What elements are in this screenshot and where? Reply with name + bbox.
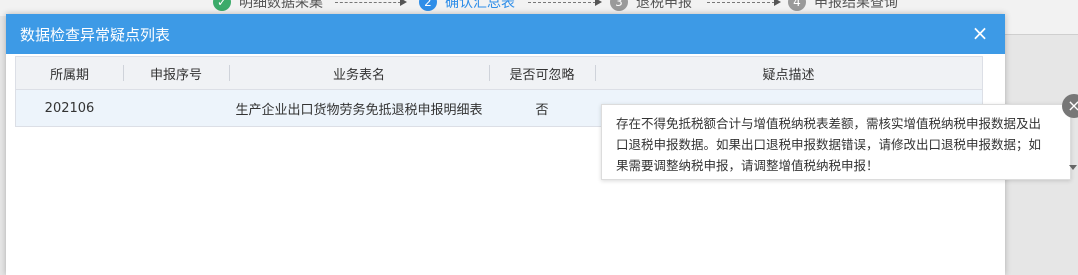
step-label: 确认汇总表 xyxy=(445,0,515,11)
step-declare[interactable]: 3 退税申报 xyxy=(610,0,692,13)
step-result[interactable]: 4 申报结果查询 xyxy=(788,0,898,13)
step-number: 4 xyxy=(788,0,806,11)
step-number: 3 xyxy=(610,0,628,11)
step-label: 明细数据采集 xyxy=(239,0,323,11)
cell-seq xyxy=(123,90,229,126)
table-header: 所属期 申报序号 业务表名 是否可忽略 疑点描述 xyxy=(16,57,982,90)
column-header-ignorable[interactable]: 是否可忽略 xyxy=(489,57,595,89)
step-collect[interactable]: ✓ 明细数据采集 xyxy=(213,0,323,13)
column-header-seq[interactable]: 申报序号 xyxy=(123,57,229,89)
column-header-table-name[interactable]: 业务表名 xyxy=(229,57,489,89)
column-header-period[interactable]: 所属期 xyxy=(16,57,123,89)
step-number: 2 xyxy=(419,0,437,11)
description-tooltip: 存在不得免抵税额合计与增值税纳税表差额，需核实增值税纳税申报数据及出口退税申报数… xyxy=(601,104,1071,180)
scroll-down-icon[interactable] xyxy=(1069,165,1077,170)
column-header-description[interactable]: 疑点描述 xyxy=(595,57,982,89)
step-arrow-icon xyxy=(335,0,407,6)
cell-table-name: 生产企业出口货物劳务免抵退税申报明细表 xyxy=(235,102,483,118)
background-panel xyxy=(1005,16,1078,35)
dialog-title: 数据检查异常疑点列表 xyxy=(20,26,171,44)
step-arrow-icon xyxy=(707,0,781,6)
step-label: 退税申报 xyxy=(636,0,692,11)
step-arrow-icon xyxy=(528,0,602,6)
dialog-header: 数据检查异常疑点列表 × xyxy=(6,14,1005,54)
step-confirm[interactable]: 2 确认汇总表 xyxy=(419,0,515,13)
close-icon[interactable]: × xyxy=(969,22,991,44)
cell-ignorable: 否 xyxy=(535,102,549,118)
check-icon: ✓ xyxy=(213,0,231,11)
cell-period: 202106 xyxy=(44,100,95,116)
step-label: 申报结果查询 xyxy=(814,0,898,11)
